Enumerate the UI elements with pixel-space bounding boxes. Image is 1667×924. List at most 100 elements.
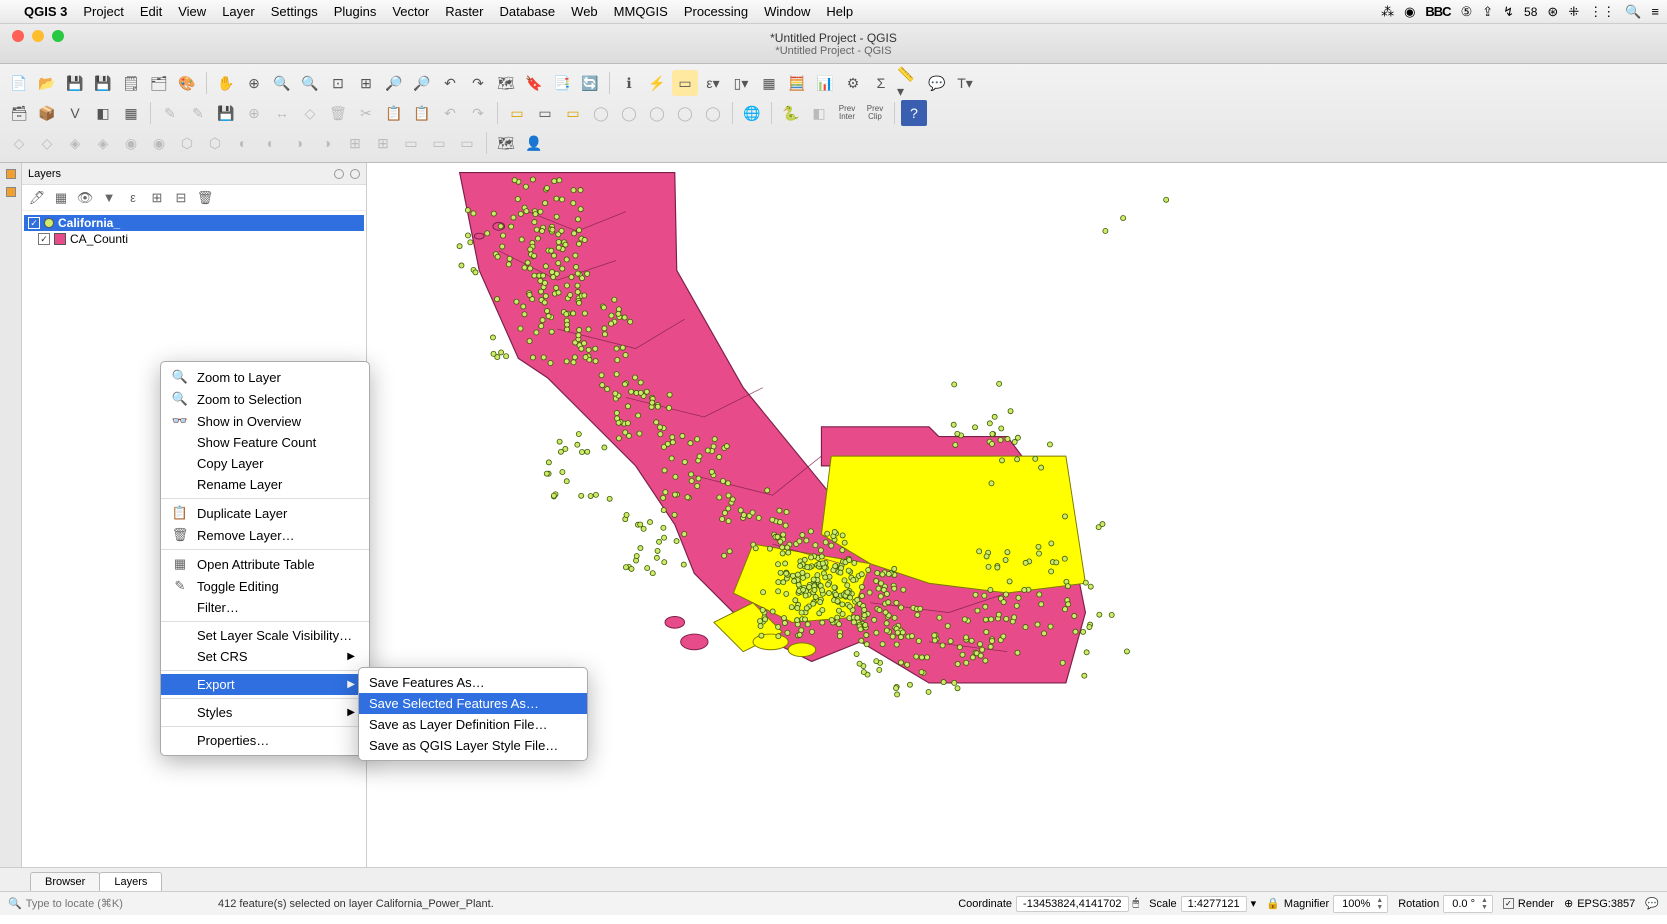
annotation-button[interactable]: T▾	[952, 70, 978, 96]
menu-item[interactable]: Filter…	[161, 597, 369, 618]
magnifier-spinbox[interactable]: 100%▲▼	[1333, 895, 1388, 913]
digitize-button[interactable]: ▭	[454, 130, 480, 156]
menu-view[interactable]: View	[178, 4, 206, 19]
plugin-button[interactable]: ◧	[806, 100, 832, 126]
rotation-spinbox[interactable]: 0.0 °▲▼	[1443, 895, 1493, 913]
digitize-button[interactable]: ⬡	[202, 130, 228, 156]
pin-label-button[interactable]: ◯	[588, 100, 614, 126]
layer-visibility-checkbox[interactable]: ✓	[38, 233, 50, 245]
submenu-item[interactable]: Save as QGIS Layer Style File…	[359, 735, 587, 756]
layout-manager-button[interactable]: 🗂	[146, 70, 172, 96]
cut-button[interactable]: ✂	[353, 100, 379, 126]
tab-layers[interactable]: Layers	[99, 872, 162, 891]
undo-button[interactable]: ↶	[437, 100, 463, 126]
zoom-window-button[interactable]	[52, 30, 64, 42]
prev-inter-button[interactable]: PrevInter	[834, 100, 860, 126]
notifications-icon[interactable]: ≡	[1651, 4, 1659, 19]
remove-layer-icon[interactable]: 🗑	[196, 189, 214, 207]
open-attribute-table-button[interactable]: ▦	[756, 70, 782, 96]
submenu-item[interactable]: Save Features As…	[359, 672, 587, 693]
add-group-icon[interactable]: ▦	[52, 189, 70, 207]
zoom-out-button[interactable]: 🔍	[297, 70, 323, 96]
menu-item[interactable]: 🗑Remove Layer…	[161, 524, 369, 546]
help-button[interactable]: ?	[901, 100, 927, 126]
menu-raster[interactable]: Raster	[445, 4, 483, 19]
expression-filter-icon[interactable]: ε	[124, 189, 142, 207]
menu-item[interactable]: Rename Layer	[161, 474, 369, 495]
diagram-button[interactable]: ▭	[532, 100, 558, 126]
menu-item[interactable]: Copy Layer	[161, 453, 369, 474]
lock-icon[interactable]: 🔒	[1266, 897, 1280, 910]
digitize-button[interactable]: ◇	[34, 130, 60, 156]
prev-clip-button[interactable]: PrevClip	[862, 100, 888, 126]
save-edits-button[interactable]: ✎	[185, 100, 211, 126]
menu-item[interactable]: Properties…	[161, 730, 369, 751]
digitize-button[interactable]: ◈	[90, 130, 116, 156]
panel-float-icon[interactable]	[334, 169, 344, 179]
menu-help[interactable]: Help	[826, 4, 853, 19]
collapse-all-icon[interactable]: ⊟	[172, 189, 190, 207]
messages-icon[interactable]: 💬	[1645, 897, 1659, 910]
toggle-editing-button[interactable]: ✎	[157, 100, 183, 126]
locator-input[interactable]	[26, 898, 186, 910]
refresh-button[interactable]: 🔄	[577, 70, 603, 96]
submenu-item[interactable]: Save Selected Features As…	[359, 693, 587, 714]
layer-item-counties[interactable]: ✓ CA_Counti	[24, 231, 364, 247]
zoom-native-button[interactable]: ⊡	[325, 70, 351, 96]
style-manager-button[interactable]: 🎨	[174, 70, 200, 96]
visibility-icon[interactable]: 👁	[76, 189, 94, 207]
zoom-full-button[interactable]: ⊞	[353, 70, 379, 96]
menu-processing[interactable]: Processing	[684, 4, 748, 19]
app-name[interactable]: QGIS 3	[24, 4, 67, 19]
menu-window[interactable]: Window	[764, 4, 810, 19]
move-feature-button[interactable]: ↔	[269, 100, 295, 126]
label-button[interactable]: ▭	[504, 100, 530, 126]
menu-edit[interactable]: Edit	[140, 4, 162, 19]
osm-button[interactable]: 👤	[521, 130, 547, 156]
menu-item[interactable]: Export▶	[161, 674, 369, 695]
metasearch-button[interactable]: 🌐	[739, 100, 765, 126]
menu-settings[interactable]: Settings	[271, 4, 318, 19]
redo-button[interactable]: ↷	[465, 100, 491, 126]
menu-plugins[interactable]: Plugins	[334, 4, 377, 19]
change-label-button[interactable]: ◯	[700, 100, 726, 126]
menu-item[interactable]: Set CRS▶	[161, 646, 369, 667]
bluetooth-icon[interactable]: ⁜	[1568, 4, 1579, 20]
status-icon[interactable]: ⑤	[1461, 4, 1473, 20]
dropdown-icon[interactable]: ▾	[1251, 897, 1257, 910]
digitize-button[interactable]: ▭	[398, 130, 424, 156]
digitize-button[interactable]: ◇	[6, 130, 32, 156]
digitize-button[interactable]: ◑	[314, 130, 340, 156]
close-window-button[interactable]	[12, 30, 24, 42]
rotate-label-button[interactable]: ◯	[672, 100, 698, 126]
menu-item[interactable]: ▦Open Attribute Table	[161, 553, 369, 575]
pan-button[interactable]: ✋	[213, 70, 239, 96]
bbc-icon[interactable]: BBC	[1425, 4, 1450, 19]
submenu-item[interactable]: Save as Layer Definition File…	[359, 714, 587, 735]
accessibility-icon[interactable]: ⊛	[1547, 4, 1558, 20]
menu-item[interactable]: Set Layer Scale Visibility…	[161, 625, 369, 646]
menu-item[interactable]: 📋Duplicate Layer	[161, 502, 369, 524]
digitize-button[interactable]: ◐	[230, 130, 256, 156]
move-label-button[interactable]: ◯	[644, 100, 670, 126]
dropbox-icon[interactable]: ⇪	[1482, 4, 1493, 20]
select-by-value-button[interactable]: ε▾	[700, 70, 726, 96]
new-virtual-layer-button[interactable]: ▦	[118, 100, 144, 126]
menu-database[interactable]: Database	[500, 4, 556, 19]
show-label-button[interactable]: ◯	[616, 100, 642, 126]
export-submenu[interactable]: Save Features As…Save Selected Features …	[358, 667, 588, 761]
digitize-button[interactable]: ⊞	[370, 130, 396, 156]
new-map-view-button[interactable]: 🗺	[493, 70, 519, 96]
menu-item[interactable]: Styles▶	[161, 702, 369, 723]
new-print-layout-button[interactable]: 🗒	[118, 70, 144, 96]
menu-item[interactable]: 🔍Zoom to Layer	[161, 366, 369, 388]
render-checkbox[interactable]: ✓	[1503, 898, 1514, 909]
spotlight-icon[interactable]: 🔍	[1625, 4, 1641, 20]
pan-to-selection-button[interactable]: ⊕	[241, 70, 267, 96]
menu-item[interactable]: 🔍Zoom to Selection	[161, 388, 369, 410]
paste-button[interactable]: 📋	[409, 100, 435, 126]
digitize-button[interactable]: ◐	[258, 130, 284, 156]
digitize-button[interactable]: ⊞	[342, 130, 368, 156]
tab-browser[interactable]: Browser	[30, 872, 100, 891]
battery-icon[interactable]: ↯	[1503, 4, 1514, 20]
